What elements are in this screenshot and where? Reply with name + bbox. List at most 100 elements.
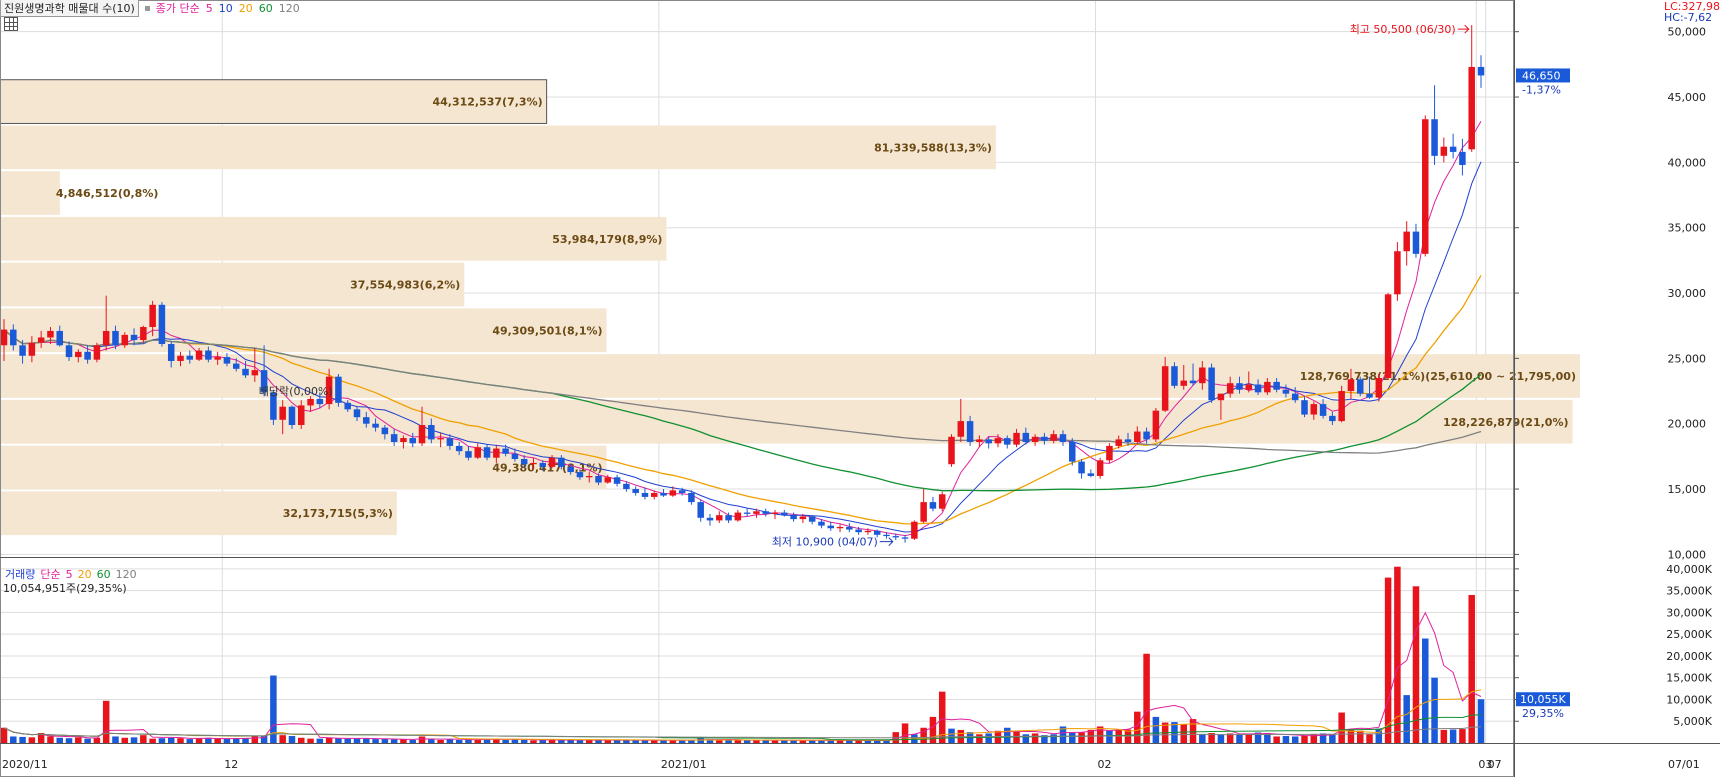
volume-bar [948,728,955,743]
volume-bar [1291,736,1299,743]
candle-body [242,368,249,376]
volume-bar [372,739,379,743]
volume-bar [195,738,203,743]
volume-bar [530,740,537,743]
stock-chart[interactable]: 32,173,715(5,3%) 49,380,417(8,1%) 128,226,… [0,0,1720,777]
candle-body [520,458,528,465]
candle-body [502,448,509,454]
candle-body [1394,251,1401,295]
volume-bar [130,737,138,743]
candle-body [836,526,844,529]
legend-ma-20[interactable]: 20 [239,2,253,15]
candle-body [1208,367,1215,401]
volume-bar [1134,711,1141,743]
volume-legend-60[interactable]: 60 [97,568,111,581]
candle-body [1468,66,1475,150]
volume-profile-bar [0,399,1573,444]
volume-bar [279,735,286,743]
volume-legend-20[interactable]: 20 [78,568,92,581]
volume-bar [167,737,175,743]
candle-body [530,462,537,465]
time-tick-label: 02 [1097,758,1111,771]
volume-bar [335,738,342,743]
legend-ma-60[interactable]: 60 [259,2,273,15]
candle-body [976,439,983,443]
candle-body [604,477,612,483]
volume-tick-label: 15,000K [1666,672,1712,685]
volume-bar [585,740,593,743]
candle-body [725,515,732,521]
volume-bar [1347,729,1355,743]
volume-profile-label: 81,339,588(13,3%) [874,141,992,154]
candle-body [595,475,602,483]
volume-bar [390,739,398,743]
candle-body [1003,438,1011,445]
volume-profile-bar [0,171,60,215]
candle-body [1384,294,1392,378]
candle-body [372,423,379,428]
volume-profile-label: 49,309,501(8,1%) [492,324,602,337]
volume-bar [613,740,621,743]
candle-body [1124,439,1132,443]
volume-tick-label: 35,000K [1666,585,1712,598]
candle-body [65,345,73,358]
candle-body [56,330,63,346]
volume-bar [307,738,314,743]
candle-body [205,350,212,360]
volume-bar [1459,729,1466,743]
legend-ma-120[interactable]: 120 [279,2,300,15]
candle-body [855,529,862,533]
candle-body [1329,415,1336,422]
candle-body [1412,231,1420,254]
candle-body [195,350,203,360]
volume-bar [1477,699,1485,743]
legend-marker-icon [144,5,150,11]
chart-window: 32,173,715(5,3%) 49,380,417(8,1%) 128,226,… [0,0,1720,777]
volume-bar [1022,734,1030,743]
price-tick-label: 45,000 [1668,91,1707,104]
candle-body [1022,432,1030,443]
volume-bars [0,566,1485,743]
chart-title[interactable]: 진원생명과학 매물대 수(10) [0,0,139,17]
candle-body [335,376,342,403]
candle-body [818,521,825,526]
legend-ma-5[interactable]: 5 [206,2,213,15]
legend-ma-10[interactable]: 10 [219,2,233,15]
candle-body [186,355,194,360]
volume-bar [102,700,110,743]
candle-body [251,370,259,376]
volume-bar [47,736,54,743]
volume-bar [1329,734,1336,743]
candle-body [1217,393,1225,401]
volume-bar [223,738,231,743]
volume-bar [93,737,101,743]
candle-body [762,511,769,514]
volume-summary: 10,054,951주(29,35%) [3,582,127,595]
volume-tick-label: 30,000K [1666,606,1712,619]
candle-body [214,357,221,360]
candle-body [957,421,965,437]
last-price-change: -1,37% [1522,83,1561,96]
table-icon[interactable] [4,17,18,31]
candle-body [446,438,454,446]
candle-body [585,475,593,478]
volume-legend-120[interactable]: 120 [116,568,137,581]
candle-body [678,490,686,493]
volume-bar [121,737,129,743]
volume-bar [1403,695,1410,743]
volume-bar [418,736,426,743]
volume-bar [10,736,17,743]
volume-bar [1199,734,1206,743]
time-tick-label: 2021/01 [661,758,707,771]
volume-bar [19,736,26,743]
volume-bar [743,740,751,743]
volume-bar [1301,735,1308,743]
volume-bar [660,740,667,743]
volume-bar [1003,727,1011,743]
volume-legend-5[interactable]: 5 [66,568,73,581]
candle-body [734,512,742,521]
volume-bar [251,736,259,743]
candle-body [344,402,351,410]
candle-body [1189,380,1197,384]
candle-body [669,490,677,496]
